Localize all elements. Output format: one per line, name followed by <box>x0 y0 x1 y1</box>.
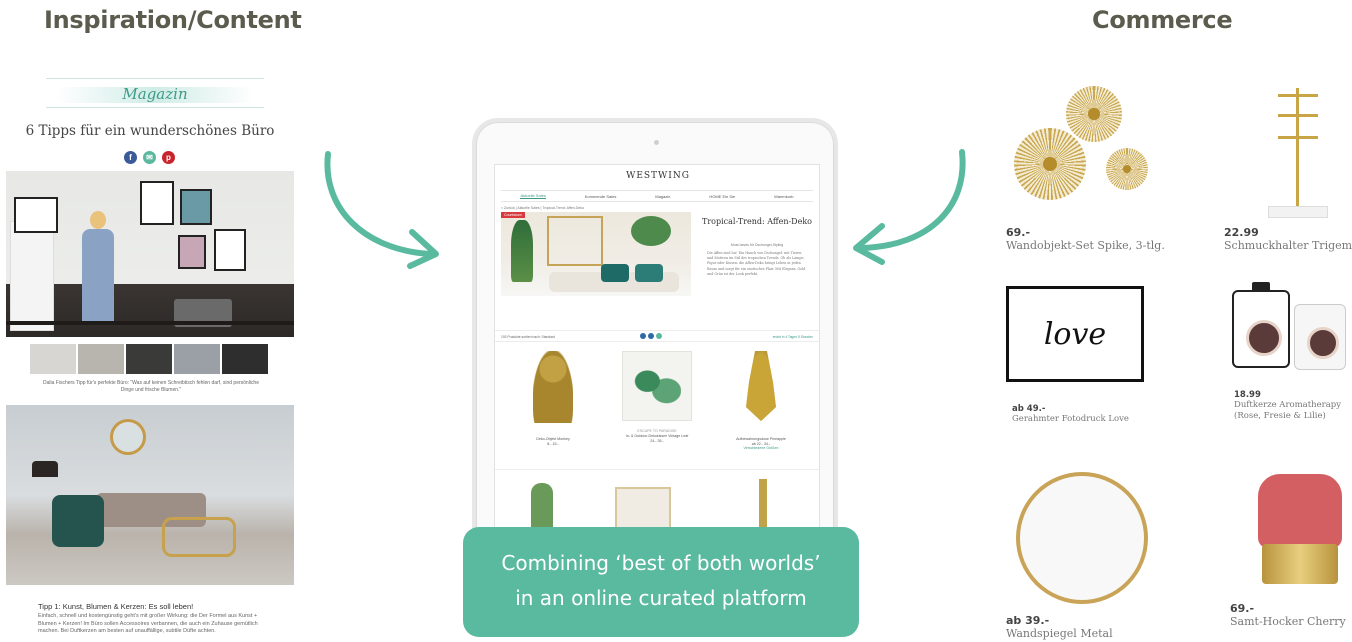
wall-object-image[interactable] <box>1066 86 1122 142</box>
product-image <box>746 351 776 421</box>
social-share: f ✉ p <box>124 151 175 164</box>
velvet-stool-image[interactable] <box>1258 474 1342 548</box>
product-price: ab 39.- <box>1006 614 1050 627</box>
product-item[interactable]: 69.- Wandobjekt-Set Spike, 3-tlg. <box>1006 226 1165 252</box>
wall-object-image[interactable] <box>1106 148 1148 190</box>
thumbnail[interactable] <box>30 344 76 374</box>
thumbnail[interactable] <box>126 344 172 374</box>
print-lettering: love <box>1043 317 1107 352</box>
facebook-icon[interactable] <box>640 333 646 339</box>
office-photo <box>6 171 294 337</box>
hero-image: Countdown <box>501 212 691 296</box>
arrow-right-icon <box>324 151 439 269</box>
living-room-photo <box>6 405 294 585</box>
westwing-screen: WESTWING Aktuelle Sales Kommende Sales M… <box>494 164 820 528</box>
product-variant: (Rose, Fresie & Lilie) <box>1234 411 1326 421</box>
thumbnail[interactable] <box>222 344 268 374</box>
wall-mirror-image[interactable] <box>1016 472 1148 604</box>
callout-line-1: Combining ‘best of both worlds’ <box>501 551 821 575</box>
tip-text: Einfach, schnell und kostengünstig geht'… <box>38 613 258 634</box>
share-icons <box>640 333 662 339</box>
sale-description: Die Affen sind los! Ein Hauch von Dschun… <box>707 251 806 276</box>
magazine-article: Magazin 6 Tipps für ein wunderschönes Bü… <box>0 74 300 642</box>
pinterest-icon[interactable]: p <box>162 151 175 164</box>
article-title: 6 Tipps für ein wunderschönes Büro <box>25 123 275 139</box>
product-price: ab 49.- <box>1012 404 1046 414</box>
thumbnail[interactable] <box>78 344 124 374</box>
site-nav: Aktuelle Sales Kommende Sales Magazin HO… <box>501 190 813 202</box>
arrow-left-icon <box>853 149 966 265</box>
product-card[interactable]: Aufbewahrungsdose Pineapple ab 22.- 34.-… <box>711 351 811 451</box>
candle-image[interactable] <box>1232 282 1290 368</box>
product-price: 69.- <box>1006 226 1031 239</box>
nav-item-home[interactable]: HOME Ein Sie <box>709 194 735 199</box>
product-price: 24.- 35.- <box>650 439 664 443</box>
product-item[interactable]: 22.99 Schmuckhalter Trigem <box>1224 226 1352 252</box>
wall-object-image[interactable] <box>1014 128 1086 200</box>
mail-icon[interactable]: ✉ <box>143 151 156 164</box>
callout-line-2: in an online curated platform <box>515 586 807 610</box>
love-print-image[interactable]: love <box>1006 286 1144 382</box>
product-name: Duftkerze Aromatherapy <box>1234 400 1342 410</box>
product-price: 8.- 15.- <box>547 442 559 446</box>
product-card[interactable]: ESCAPE TO PARADISE In- & Outdoor-Dekokis… <box>607 351 707 443</box>
photo-caption: Dalia Fischers Tipp für's perfekte Büro:… <box>43 380 259 393</box>
product-name: Samt-Hocker Cherry <box>1230 615 1346 628</box>
jewelry-stand-image[interactable] <box>1268 84 1328 224</box>
candle-image[interactable] <box>1294 304 1346 370</box>
nav-item-aktuelle-sales[interactable]: Aktuelle Sales <box>520 193 546 199</box>
product-name: Gerahmter Fotodruck Love <box>1012 414 1129 424</box>
product-item[interactable]: ab 49.- Gerahmter Fotodruck Love <box>1012 404 1129 425</box>
westwing-logo[interactable]: WESTWING <box>495 171 819 181</box>
photo-thumbnails <box>30 344 268 374</box>
breadcrumb[interactable]: < Zurück | Aktuelle Sales | Tropical-Tre… <box>501 206 584 210</box>
product-toolbar: 193 Produkte sortiert nach: Standard end… <box>495 330 819 342</box>
nav-item-warenkorb[interactable]: Warenkorb <box>774 194 793 199</box>
product-price: 22.99 <box>1224 226 1259 239</box>
product-image <box>622 351 692 421</box>
product-name: Schmuckhalter Trigem <box>1224 239 1352 252</box>
twitter-icon[interactable] <box>648 333 654 339</box>
facebook-icon[interactable]: f <box>124 151 137 164</box>
stool-base <box>1262 544 1338 584</box>
product-name: Wandspiegel Metal <box>1006 627 1113 640</box>
product-item[interactable]: 18.99 Duftkerze Aromatherapy (Rose, Fres… <box>1234 390 1341 422</box>
tablet-device: WESTWING Aktuelle Sales Kommende Sales M… <box>472 118 838 598</box>
camera-icon <box>654 140 659 145</box>
thumbnail[interactable] <box>174 344 220 374</box>
commerce-heading: Commerce <box>1092 6 1233 34</box>
magazine-banner[interactable]: Magazin <box>46 78 264 108</box>
product-price: 18.99 <box>1234 390 1261 400</box>
product-note: Verschiedene Größen <box>743 446 779 450</box>
product-image[interactable] <box>615 487 671 527</box>
product-image <box>533 351 573 423</box>
nav-item-magazin[interactable]: Magazin <box>655 194 670 199</box>
product-image[interactable] <box>531 483 553 527</box>
product-name: Wandobjekt-Set Spike, 3-tlg. <box>1006 239 1165 252</box>
value-proposition-callout: Combining ‘best of both worlds’ in an on… <box>463 527 859 637</box>
product-count-sort[interactable]: 193 Produkte sortiert nach: Standard <box>501 335 555 339</box>
product-card[interactable]: Deko-Objekt Monkey 8.- 15.- <box>503 351 603 446</box>
inspiration-content-heading: Inspiration/Content <box>44 6 302 34</box>
product-item[interactable]: ab 39.- Wandspiegel Metal <box>1006 614 1113 640</box>
product-price: 69.- <box>1230 602 1255 615</box>
countdown-badge: Countdown <box>501 212 525 218</box>
tip-title: Tipp 1: Kunst, Blumen & Kerzen: Es soll … <box>38 602 194 611</box>
sale-title: Tropical-Trend: Affen-Deko <box>701 217 812 226</box>
nav-item-kommende-sales[interactable]: Kommende Sales <box>585 194 617 199</box>
sale-timer: endet in 4 Tagen 5 Stunden <box>772 335 813 339</box>
sale-subtitle: Must-haves für Dschungel-Styling <box>730 243 784 247</box>
mail-icon[interactable] <box>656 333 662 339</box>
product-item[interactable]: 69.- Samt-Hocker Cherry <box>1230 602 1346 628</box>
product-image[interactable] <box>759 479 767 527</box>
magazine-banner-label: Magazin <box>122 85 188 103</box>
